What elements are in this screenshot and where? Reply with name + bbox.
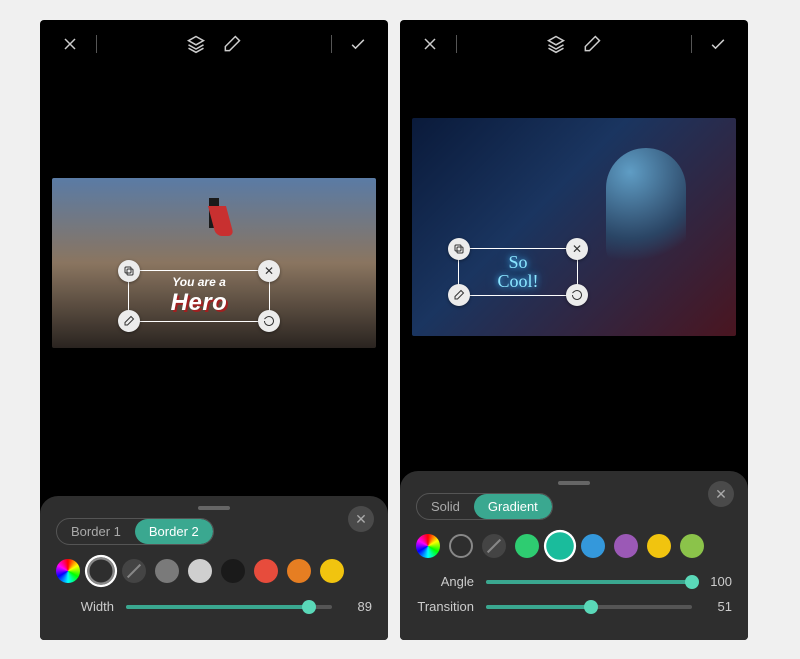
color-swatch[interactable] xyxy=(416,534,440,558)
color-swatch[interactable] xyxy=(56,559,80,583)
color-swatch[interactable] xyxy=(87,557,115,585)
rotate-handle-icon[interactable] xyxy=(258,310,280,332)
divider xyxy=(96,35,97,53)
layers-icon[interactable] xyxy=(542,30,570,58)
slider-value: 89 xyxy=(344,599,372,614)
slider-thumb[interactable] xyxy=(302,600,316,614)
color-swatch[interactable] xyxy=(122,559,146,583)
slider-row: Transition 51 xyxy=(416,599,732,614)
copy-handle-icon[interactable] xyxy=(118,260,140,282)
tabs: Border 1 Border 2 xyxy=(56,518,214,545)
edit-handle-icon[interactable] xyxy=(448,284,470,306)
subject-figure xyxy=(606,148,686,268)
text-overlay[interactable]: You are a Hero ✕ xyxy=(128,270,270,322)
rotate-handle-icon[interactable] xyxy=(566,284,588,306)
color-swatch[interactable] xyxy=(449,534,473,558)
delete-handle-icon[interactable]: ✕ xyxy=(258,260,280,282)
eraser-icon[interactable] xyxy=(578,30,606,58)
toolbar xyxy=(400,20,748,68)
overlay-line1: So xyxy=(469,253,567,272)
eraser-icon[interactable] xyxy=(218,30,246,58)
tab-gradient[interactable]: Gradient xyxy=(474,494,552,519)
canvas-preview[interactable]: So Cool! ✕ xyxy=(412,118,736,336)
color-swatches xyxy=(56,559,372,583)
color-swatch[interactable] xyxy=(155,559,179,583)
color-swatch[interactable] xyxy=(320,559,344,583)
color-swatch[interactable] xyxy=(254,559,278,583)
screen-left: You are a Hero ✕ ✕ Border 1 Border 2 Wid… xyxy=(40,20,388,640)
slider-row: Angle 100 xyxy=(416,574,732,589)
drag-handle[interactable] xyxy=(558,481,590,485)
toolbar xyxy=(40,20,388,68)
slider-value: 51 xyxy=(704,599,732,614)
overlay-supertitle: You are a xyxy=(139,275,259,289)
overlay-title: Hero xyxy=(139,289,259,317)
slider-label: Angle xyxy=(416,574,474,589)
tab-solid[interactable]: Solid xyxy=(417,494,474,519)
color-swatch[interactable] xyxy=(680,534,704,558)
color-swatch[interactable] xyxy=(482,534,506,558)
color-swatch[interactable] xyxy=(647,534,671,558)
slider-thumb[interactable] xyxy=(584,600,598,614)
color-swatch[interactable] xyxy=(614,534,638,558)
slider-track[interactable] xyxy=(486,580,692,584)
overlay-line2: Cool! xyxy=(469,272,567,291)
tab-border2[interactable]: Border 2 xyxy=(135,519,213,544)
divider xyxy=(691,35,692,53)
delete-handle-icon[interactable]: ✕ xyxy=(566,238,588,260)
tab-border1[interactable]: Border 1 xyxy=(57,519,135,544)
hero-figure xyxy=(202,198,226,244)
slider-track[interactable] xyxy=(126,605,332,609)
slider-track[interactable] xyxy=(486,605,692,609)
screen-right: So Cool! ✕ ✕ Solid Gradient Angle 100 Tr… xyxy=(400,20,748,640)
bottom-panel: ✕ Border 1 Border 2 Width 89 xyxy=(40,496,388,640)
text-overlay[interactable]: So Cool! ✕ xyxy=(458,248,578,296)
slider-thumb[interactable] xyxy=(685,575,699,589)
close-panel-icon[interactable]: ✕ xyxy=(708,481,734,507)
color-swatches xyxy=(416,534,732,558)
color-swatch[interactable] xyxy=(546,532,574,560)
close-panel-icon[interactable]: ✕ xyxy=(348,506,374,532)
divider xyxy=(456,35,457,53)
edit-handle-icon[interactable] xyxy=(118,310,140,332)
color-swatch[interactable] xyxy=(515,534,539,558)
color-swatch[interactable] xyxy=(221,559,245,583)
color-swatch[interactable] xyxy=(287,559,311,583)
color-swatch[interactable] xyxy=(581,534,605,558)
copy-handle-icon[interactable] xyxy=(448,238,470,260)
check-icon[interactable] xyxy=(704,30,732,58)
drag-handle[interactable] xyxy=(198,506,230,510)
color-swatch[interactable] xyxy=(188,559,212,583)
close-icon[interactable] xyxy=(56,30,84,58)
slider-label: Transition xyxy=(416,599,474,614)
tabs: Solid Gradient xyxy=(416,493,553,520)
slider-value: 100 xyxy=(704,574,732,589)
layers-icon[interactable] xyxy=(182,30,210,58)
bottom-panel: ✕ Solid Gradient Angle 100 Transition 51 xyxy=(400,471,748,640)
check-icon[interactable] xyxy=(344,30,372,58)
divider xyxy=(331,35,332,53)
canvas-preview[interactable]: You are a Hero ✕ xyxy=(52,178,376,348)
slider-label: Width xyxy=(56,599,114,614)
slider-row: Width 89 xyxy=(56,599,372,614)
close-icon[interactable] xyxy=(416,30,444,58)
